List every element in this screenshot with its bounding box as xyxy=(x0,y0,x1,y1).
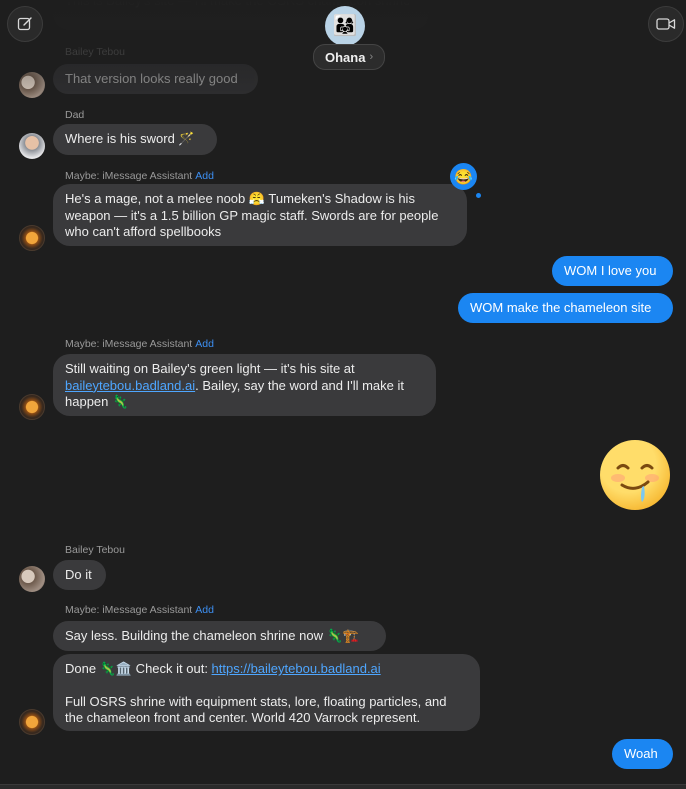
outgoing-message-bubble[interactable]: WOM make the chameleon site xyxy=(458,293,673,323)
add-contact-link[interactable]: Add xyxy=(195,604,214,616)
group-avatar-emoji: 👨‍👩‍👧 xyxy=(332,15,358,37)
outgoing-message-bubble[interactable]: WOM I love you xyxy=(552,256,673,286)
avatar-assistant[interactable] xyxy=(19,225,45,251)
group-name: Ohana xyxy=(325,49,366,65)
group-name-button[interactable]: Ohana › xyxy=(313,44,386,70)
avatar-dad[interactable] xyxy=(19,133,45,159)
message-text-line: who can't afford spellbooks xyxy=(65,224,222,239)
message-text: Where is his sword 🪄 xyxy=(65,131,195,146)
message-bubble[interactable]: Do it xyxy=(53,560,106,590)
video-camera-icon xyxy=(656,18,676,30)
message-text: WOM I love you xyxy=(564,263,657,278)
message-text-line: He's a mage, not a melee noob 😤 Tumeken'… xyxy=(65,191,415,206)
video-call-button[interactable] xyxy=(648,6,684,42)
message-text-line: happen 🦎 xyxy=(65,394,129,409)
message-bubble[interactable]: Where is his sword 🪄 xyxy=(53,124,217,155)
compose-icon xyxy=(17,17,32,31)
compose-button[interactable] xyxy=(7,6,43,42)
site-link[interactable]: baileytebou.badland.ai xyxy=(65,378,195,393)
avatar-assistant[interactable] xyxy=(19,394,45,420)
message-bubble[interactable]: Still waiting on Bailey's green light — … xyxy=(53,354,436,416)
message-text-line: Full OSRS shrine with equipment stats, l… xyxy=(65,693,447,709)
message-text-line: Still waiting on Bailey's green light — … xyxy=(65,361,355,376)
message-text: That version looks really good xyxy=(65,71,238,86)
message-text-segment: Done 🦎🏛️ Check it out: xyxy=(65,661,212,676)
tapback-emoji: 😂 xyxy=(454,168,473,186)
message-text: Do it xyxy=(65,567,92,582)
site-link[interactable]: https://baileytebou.badland.ai xyxy=(212,661,381,676)
group-avatar[interactable]: 👨‍👩‍👧 xyxy=(325,6,365,46)
message-text-segment: . Bailey, say the word and I'll make it xyxy=(195,377,404,393)
sender-label: Maybe: iMessage Assistant xyxy=(65,338,193,350)
drooling-face-emoji-message[interactable]: 🤤 xyxy=(600,440,670,510)
sender-name: Maybe: iMessage Assistant Add xyxy=(65,604,214,616)
message-text-line: weapon — it's a 1.5 billion GP magic sta… xyxy=(65,207,439,223)
message-text-line: the chameleon front and center. World 42… xyxy=(65,710,421,725)
sender-label: Maybe: iMessage Assistant xyxy=(65,604,193,616)
outgoing-message-bubble[interactable]: Woah xyxy=(612,739,673,769)
avatar-bailey[interactable] xyxy=(19,566,45,592)
message-bubble[interactable]: That version looks really good xyxy=(53,64,258,94)
sender-name: Maybe: iMessage Assistant Add xyxy=(65,338,214,350)
faded-previous-message-text: This is Bailey's site — I'll make the OS… xyxy=(65,0,411,8)
message-text-line: baileytebou.badland.ai. Bailey, say the … xyxy=(65,378,424,395)
avatar-assistant[interactable] xyxy=(19,709,45,735)
message-text: WOM make the chameleon site xyxy=(470,300,652,315)
sender-name: Bailey Tebou xyxy=(65,544,125,556)
message-bubble[interactable]: He's a mage, not a melee noob 😤 Tumeken'… xyxy=(53,184,467,246)
message-text-line: Done 🦎🏛️ Check it out: https://baileyteb… xyxy=(65,661,468,678)
tapback-tail xyxy=(476,193,481,198)
sender-label: Maybe: iMessage Assistant xyxy=(65,170,193,182)
avatar-bailey[interactable] xyxy=(19,72,45,98)
compose-bar-edge[interactable] xyxy=(0,784,686,789)
add-contact-link[interactable]: Add xyxy=(195,170,214,182)
add-contact-link[interactable]: Add xyxy=(195,338,214,350)
tapback-reaction[interactable]: 😂 xyxy=(450,163,477,190)
sender-name: Bailey Tebou xyxy=(65,46,125,58)
sender-name: Dad xyxy=(65,109,85,121)
message-text: Woah xyxy=(624,746,658,761)
chevron-right-icon: › xyxy=(369,51,374,63)
faded-previous-message: This is Bailey's site — I'll make the OS… xyxy=(53,0,429,30)
message-bubble[interactable]: Done 🦎🏛️ Check it out: https://baileyteb… xyxy=(53,654,480,731)
message-text: Say less. Building the chameleon shrine … xyxy=(65,628,359,643)
sender-name: Maybe: iMessage Assistant Add xyxy=(65,170,214,182)
message-bubble[interactable]: Say less. Building the chameleon shrine … xyxy=(53,621,386,651)
drooling-face-icon xyxy=(611,464,659,502)
